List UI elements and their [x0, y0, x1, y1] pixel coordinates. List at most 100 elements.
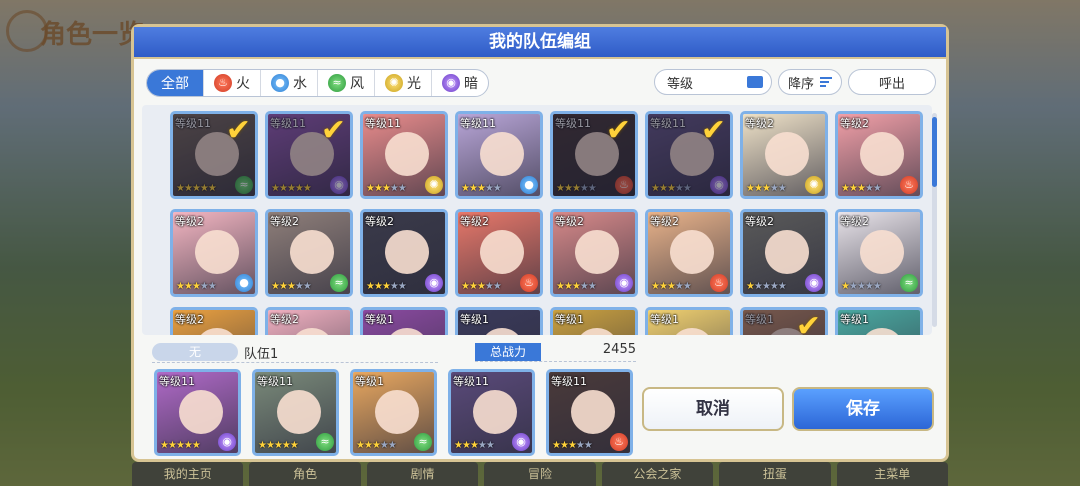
character-card[interactable]: 等级1★★★★★✺	[645, 307, 733, 335]
sort-order-label: 降序	[787, 76, 814, 92]
character-card[interactable]: 等级1★★★★★●	[455, 307, 543, 335]
star-rating: ★★★★★	[176, 281, 217, 292]
star-icon: ★	[841, 281, 850, 292]
star-rating: ★★★★★	[841, 183, 882, 194]
character-card[interactable]: 等级2 ★★★★★ ◉	[360, 209, 448, 297]
character-card[interactable]: 等级2★★★★★●	[265, 307, 353, 335]
team-member-slot[interactable]: 等级11 ★★★★★ ◉	[154, 369, 241, 456]
team-name[interactable]: 队伍1	[244, 343, 278, 362]
character-card[interactable]: 等级11 ★★★★★ ●	[455, 111, 543, 199]
character-face	[375, 390, 419, 434]
filter-label: 光	[407, 76, 421, 92]
team-member-slot[interactable]: 等级11 ★★★★★ ◉	[448, 369, 535, 456]
dark-element-icon: ◉	[218, 433, 236, 451]
scrollbar-thumb[interactable]	[932, 117, 937, 187]
character-card[interactable]: 等级11 ★★★★★ ✺	[360, 111, 448, 199]
filter-light[interactable]: ✺ 光	[375, 70, 432, 96]
character-card[interactable]: 等级1★★★★★◉	[360, 307, 448, 335]
star-icon: ★	[183, 440, 193, 451]
total-power-value: 2455	[602, 342, 636, 357]
star-icon: ★	[387, 440, 397, 451]
checkmark-icon: ✔	[320, 113, 346, 148]
filter-label: 火	[236, 76, 250, 92]
star-icon: ★	[176, 281, 185, 292]
character-card[interactable]: 等级2 ★★★★★ ♨	[645, 209, 733, 297]
filter-all[interactable]: 全部	[147, 70, 204, 96]
star-icon: ★	[777, 281, 787, 292]
character-card[interactable]: 等级2 ★★★★★ ≈	[835, 209, 923, 297]
star-icon: ★	[289, 440, 299, 451]
sort-controls: 等级 降序 呼出	[654, 69, 936, 95]
character-card[interactable]: 等级11 ★★★★★ ≈ ✔	[170, 111, 258, 199]
star-rating: ★★★★★	[366, 183, 407, 194]
checkmark-icon: ✔	[225, 113, 251, 148]
team-member-row: 等级11 ★★★★★ ◉ 等级11 ★★★★★ ≈ 等级1 ★★★★★ ≈ 等级11 ★★★★★ ◉ 等…	[154, 369, 633, 456]
divider	[152, 362, 438, 363]
star-icon: ★	[468, 183, 478, 194]
star-icon: ★	[492, 281, 502, 292]
character-card[interactable]: 等级2 ★★★★★ ◉	[550, 209, 638, 297]
water-element-icon: ●	[271, 74, 289, 92]
character-level: 等级2	[270, 313, 299, 326]
star-icon: ★	[872, 281, 882, 292]
character-card[interactable]: 等级2 ★★★★★ ♨	[455, 209, 543, 297]
filter-dark[interactable]: ◉ 暗	[432, 70, 488, 96]
star-icon: ★	[485, 440, 495, 451]
character-card[interactable]: 等级2★★★★★✺	[170, 307, 258, 335]
team-member-slot[interactable]: 等级11 ★★★★★ ♨	[546, 369, 633, 456]
star-icon: ★	[848, 281, 858, 292]
star-rating: ★★★★★	[841, 281, 882, 292]
star-rating: ★★★★★	[552, 440, 593, 451]
star-rating: ★★★★★	[746, 183, 787, 194]
star-icon: ★	[371, 440, 381, 451]
star-icon: ★	[265, 440, 275, 451]
character-card[interactable]: 等级2★★★★★✺	[740, 111, 828, 199]
star-rating: ★★★★★	[746, 281, 787, 292]
character-card[interactable]: 等级1★★★★★✺	[550, 307, 638, 335]
character-card[interactable]: 等级2★★★★★●	[170, 209, 258, 297]
character-card[interactable]: 等级2 ★★★★★ ♨	[835, 111, 923, 199]
star-icon: ★	[183, 281, 193, 292]
background-nav-item: 冒险	[484, 462, 596, 486]
call-button[interactable]: 呼出	[848, 69, 936, 95]
character-level: 等级2	[650, 215, 679, 228]
star-icon: ★	[587, 281, 597, 292]
character-face	[385, 230, 429, 274]
filter-water[interactable]: ● 水	[261, 70, 318, 96]
character-grid-area[interactable]: 等级11 ★★★★★ ≈ ✔ 等级11 ★★★★★ ◉ ✔ 等级11 ★★★★★ ✺ 等级11 ★★★★…	[142, 105, 932, 335]
fire-element-icon: ♨	[520, 274, 538, 292]
star-icon: ★	[397, 183, 407, 194]
character-grid: 等级11 ★★★★★ ≈ ✔ 等级11 ★★★★★ ◉ ✔ 等级11 ★★★★★ ✺ 等级11 ★★★★…	[170, 111, 923, 335]
team-member-slot[interactable]: 等级11 ★★★★★ ≈	[252, 369, 339, 456]
fire-element-icon: ♨	[900, 176, 918, 194]
star-icon: ★	[373, 183, 383, 194]
character-face	[277, 390, 321, 434]
cancel-button[interactable]: 取消	[642, 387, 784, 431]
filter-wind[interactable]: ≈ 风	[318, 70, 375, 96]
character-card[interactable]: 等级11 ★★★★★ ◉ ✔	[645, 111, 733, 199]
sort-icon	[820, 77, 832, 87]
star-icon: ★	[674, 281, 684, 292]
character-card[interactable]: 等级1★★★★★≈	[835, 307, 923, 335]
light-element-icon: ✺	[385, 74, 403, 92]
character-level: 等级2	[175, 215, 204, 228]
filter-fire[interactable]: ♨ 火	[204, 70, 261, 96]
star-icon: ★	[856, 183, 866, 194]
sort-field-select[interactable]: 等级	[654, 69, 772, 95]
background-nav-item: 我的主页	[132, 462, 244, 486]
character-card[interactable]: 等级11 ★★★★★ ♨ ✔	[550, 111, 638, 199]
star-icon: ★	[563, 281, 573, 292]
character-card[interactable]: 等级11 ★★★★★ ◉ ✔	[265, 111, 353, 199]
star-icon: ★	[571, 281, 581, 292]
sort-field-label: 等级	[667, 76, 694, 92]
save-button[interactable]: 保存	[792, 387, 934, 431]
grid-scrollbar[interactable]	[932, 113, 937, 327]
character-card[interactable]: 等级2 ★★★★★ ◉	[740, 209, 828, 297]
team-tag: 无	[152, 343, 238, 361]
filter-label: 暗	[464, 76, 478, 92]
light-element-icon: ✺	[425, 176, 443, 194]
sort-order-button[interactable]: 降序	[778, 69, 842, 95]
character-card[interactable]: 等级1★★★★★♨✔	[740, 307, 828, 335]
character-card[interactable]: 等级2 ★★★★★ ≈	[265, 209, 353, 297]
team-member-slot[interactable]: 等级1 ★★★★★ ≈	[350, 369, 437, 456]
